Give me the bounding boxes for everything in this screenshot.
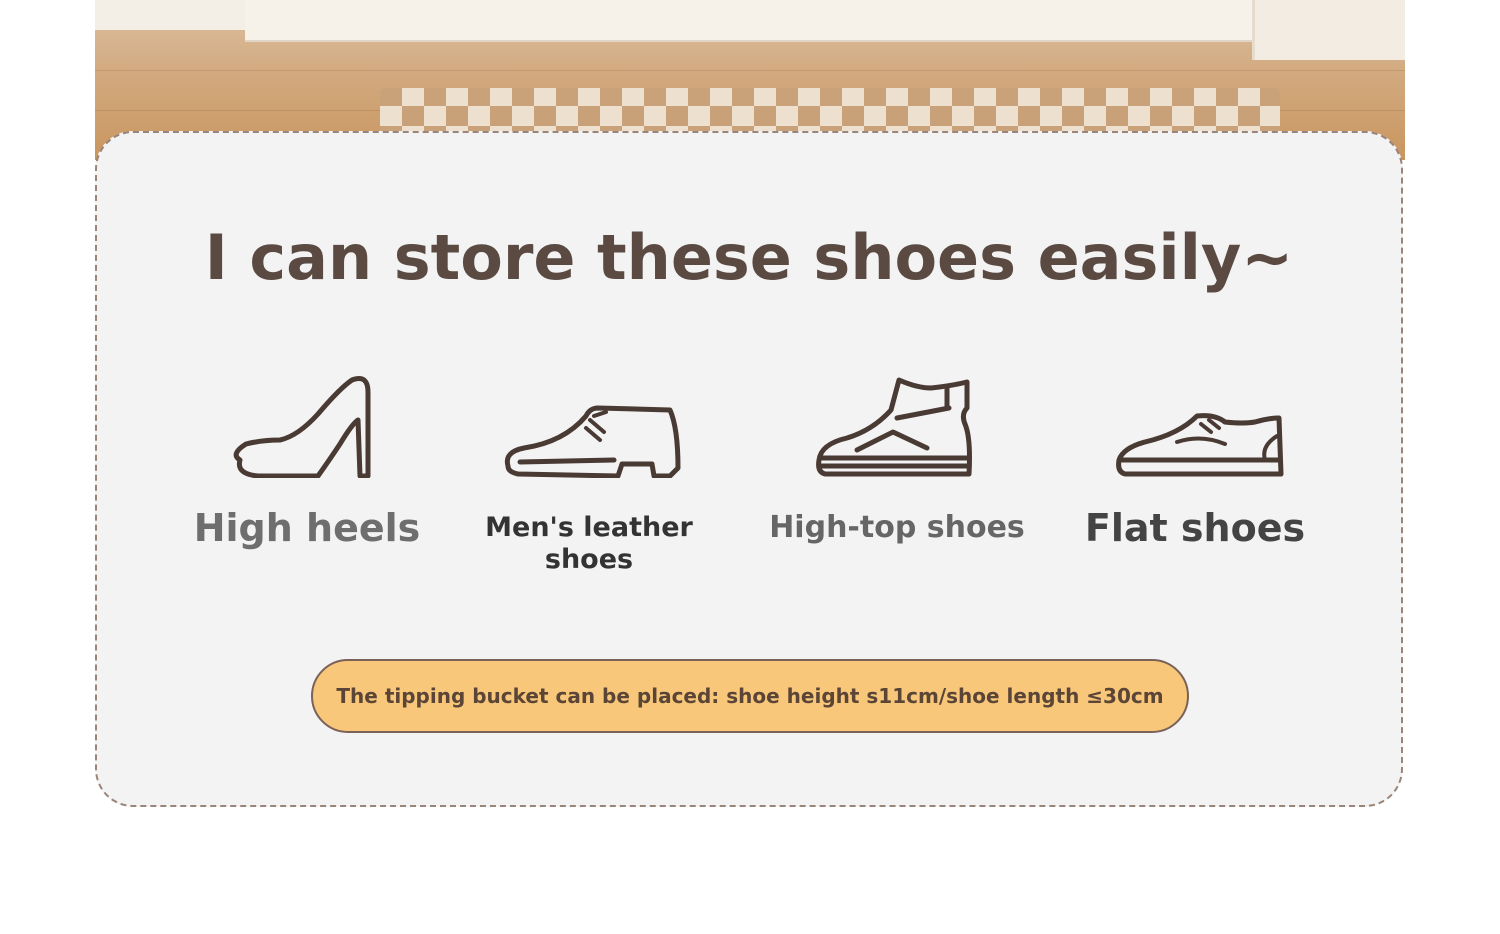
door <box>1252 0 1405 60</box>
high-top-shoe-icon <box>816 377 972 477</box>
flat-shoe-icon <box>1116 413 1284 477</box>
shoe-label: High heels <box>193 506 421 550</box>
shoe-item-flat-shoes: Flat shoes <box>1065 368 1325 550</box>
size-limit-note: The tipping bucket can be placed: shoe h… <box>311 659 1189 733</box>
shoe-label: Men's leather shoes <box>485 512 693 575</box>
shoe-label: High-top shoes <box>769 510 1025 545</box>
shoe-item-high-heels: High heels <box>177 368 437 550</box>
page-title: I can store these shoes easily~ <box>204 221 1294 294</box>
floor-plank-line <box>95 70 1405 71</box>
high-heel-icon <box>233 376 371 478</box>
shoe-item-high-top-shoes: High-top shoes <box>767 368 1027 544</box>
shoe-item-leather-shoes: Men's leather shoes <box>459 368 719 576</box>
shoe-label: Flat shoes <box>1084 506 1306 550</box>
shoe-types-card: I can store these shoes easily~ High hee… <box>95 131 1403 807</box>
baseboard <box>245 0 1255 42</box>
leather-shoe-icon <box>504 405 681 478</box>
